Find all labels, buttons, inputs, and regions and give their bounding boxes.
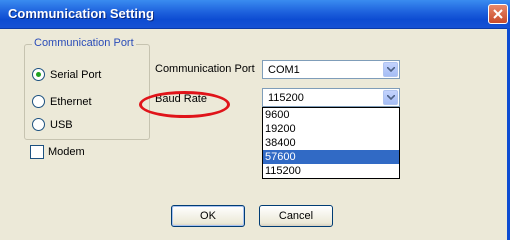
communication-port-select[interactable]: COM1 [262, 60, 400, 79]
communication-port-label: Communication Port [155, 63, 255, 75]
radio-button[interactable] [32, 68, 45, 81]
radio-button[interactable] [32, 118, 45, 131]
chevron-down-icon [387, 67, 395, 72]
highlight-ellipse [139, 91, 230, 118]
chevron-down-icon [387, 95, 395, 100]
radio-label-serial-port: Serial Port [50, 68, 102, 81]
radio-button[interactable] [32, 95, 45, 108]
close-icon [493, 9, 503, 19]
communication-setting-dialog: Communication Setting Communication Port… [0, 0, 510, 240]
dropdown-option-selected[interactable]: 57600 [263, 150, 399, 164]
baud-rate-select[interactable]: 115200 [262, 88, 400, 107]
baud-select-value: 115200 [268, 92, 304, 104]
title-bar[interactable]: Communication Setting [0, 0, 510, 29]
port-select-value: COM1 [268, 64, 300, 76]
close-button[interactable] [488, 4, 508, 24]
cancel-button[interactable]: Cancel [259, 205, 333, 227]
window-title: Communication Setting [8, 6, 154, 21]
port-dropdown-button[interactable] [383, 62, 398, 77]
baud-dropdown-button[interactable] [383, 90, 398, 105]
ok-button[interactable]: OK [171, 205, 245, 227]
radio-usb[interactable]: USB [32, 118, 73, 131]
group-legend: Communication Port [32, 37, 136, 49]
dropdown-option[interactable]: 9600 [263, 108, 399, 122]
radio-label-ethernet: Ethernet [50, 95, 92, 108]
modem-label: Modem [48, 146, 85, 158]
dropdown-option[interactable]: 38400 [263, 136, 399, 150]
radio-ethernet[interactable]: Ethernet [32, 95, 92, 108]
radio-serial-port[interactable]: Serial Port [32, 68, 101, 81]
modem-checkbox-row[interactable]: Modem [30, 145, 85, 159]
modem-checkbox[interactable] [30, 145, 44, 159]
radio-label-usb: USB [50, 118, 73, 131]
dropdown-option[interactable]: 115200 [263, 164, 399, 178]
dropdown-option[interactable]: 19200 [263, 122, 399, 136]
baud-rate-dropdown-list[interactable]: 9600 19200 38400 57600 115200 [262, 107, 400, 179]
